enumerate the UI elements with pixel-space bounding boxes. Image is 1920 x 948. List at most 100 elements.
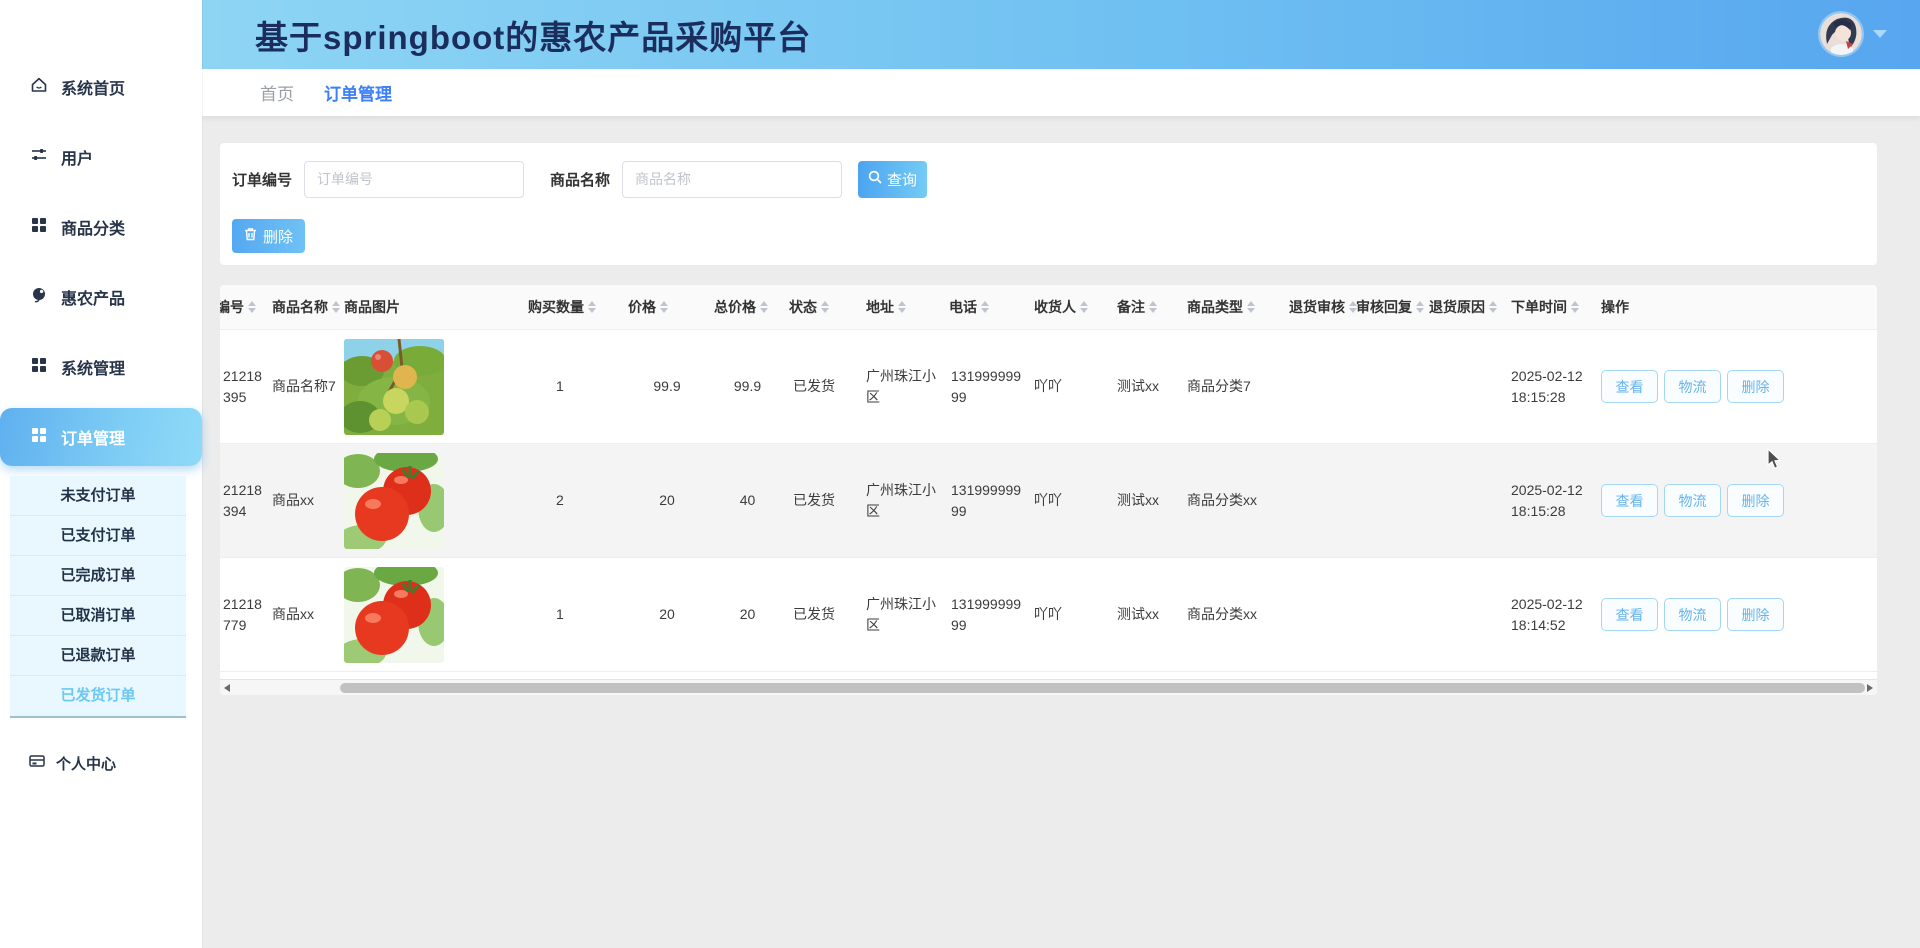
column-header-label: 总价格 — [714, 297, 756, 317]
column-header-label: 退货原因 — [1429, 297, 1485, 317]
cell-remark: 测试xx — [1113, 604, 1183, 624]
column-header-address[interactable]: 地址 — [862, 297, 945, 317]
cell-category: 商品分类xx — [1183, 604, 1285, 624]
column-header-label: 编号 — [220, 297, 244, 317]
nav-tab-order-management[interactable]: 订单管理 — [324, 80, 392, 105]
table-row: 21218394商品xx22040已发货广州珠江小区13199999999吖吖测… — [220, 444, 1877, 558]
logistics-button[interactable]: 物流 — [1664, 598, 1721, 631]
sidebar: 系统首页用户商品分类惠农产品系统管理订单管理 未支付订单已支付订单已完成订单已取… — [0, 0, 202, 948]
view-button[interactable]: 查看 — [1601, 484, 1658, 517]
sidebar-item-system-management[interactable]: 系统管理 — [0, 332, 202, 402]
column-header-label: 审核回复 — [1356, 297, 1412, 317]
view-button[interactable]: 查看 — [1601, 598, 1658, 631]
sort-caret-icon[interactable] — [1489, 297, 1497, 317]
order-number-input[interactable] — [304, 161, 524, 198]
sidebar-item-agricultural-products[interactable]: 惠农产品 — [0, 262, 202, 332]
cell-total: 99.9 — [710, 376, 785, 396]
column-header-label: 退货审核 — [1289, 297, 1345, 317]
sort-caret-icon[interactable] — [588, 297, 596, 317]
cell-phone: 13199999999 — [945, 594, 1030, 635]
table-row: 21218395商品名称7199.999.9已发货广州珠江小区131999999… — [220, 330, 1877, 444]
submenu-completed-orders[interactable]: 已完成订单 — [10, 556, 186, 596]
sort-caret-icon[interactable] — [1247, 297, 1255, 317]
sidebar-item-label: 商品分类 — [61, 215, 125, 239]
scroll-right-arrow[interactable] — [1867, 684, 1873, 692]
delete-button[interactable]: 删除 — [1727, 370, 1784, 403]
column-header-id[interactable]: 编号 — [220, 297, 268, 317]
column-header-total[interactable]: 总价格 — [710, 297, 785, 317]
horizontal-scrollbar-thumb[interactable] — [340, 683, 1865, 693]
submenu-paid-orders[interactable]: 已支付订单 — [10, 516, 186, 556]
main-content: 订单编号 商品名称 查询 删除 编号商品名称商品图片购买数量价格总价格状态地址电… — [202, 116, 1920, 948]
sort-caret-icon[interactable] — [660, 297, 668, 317]
table-row: 21218779商品xx12020已发货广州珠江小区13199999999吖吖测… — [220, 558, 1877, 672]
sidebar-item-users[interactable]: 用户 — [0, 122, 202, 192]
sort-caret-icon[interactable] — [1149, 297, 1157, 317]
sort-caret-icon[interactable] — [981, 297, 989, 317]
nav-tab-home[interactable]: 首页 — [260, 80, 294, 105]
sort-caret-icon[interactable] — [1416, 297, 1424, 317]
user-avatar[interactable] — [1820, 13, 1862, 55]
cell-address: 广州珠江小区 — [862, 594, 945, 635]
delete-button[interactable]: 删除 — [1727, 598, 1784, 631]
cell-price: 20 — [624, 490, 710, 510]
product-image-tomatoes — [344, 453, 516, 549]
column-header-label: 备注 — [1117, 297, 1145, 317]
sort-caret-icon[interactable] — [898, 297, 906, 317]
delete-button[interactable]: 删除 — [1727, 484, 1784, 517]
column-header-name[interactable]: 商品名称 — [268, 297, 340, 317]
submenu-unpaid-orders[interactable]: 未支付订单 — [10, 476, 186, 516]
sidebar-item-label: 系统首页 — [61, 75, 125, 99]
column-header-time[interactable]: 下单时间 — [1507, 297, 1597, 317]
sidebar-item-label: 订单管理 — [61, 425, 125, 449]
submenu-shipped-orders[interactable]: 已发货订单 — [10, 676, 186, 716]
column-header-label: 状态 — [789, 297, 817, 317]
query-button[interactable]: 查询 — [858, 161, 927, 198]
sort-caret-icon[interactable] — [1571, 297, 1579, 317]
sort-caret-icon[interactable] — [821, 297, 829, 317]
product-name-input[interactable] — [622, 161, 842, 198]
sort-caret-icon[interactable] — [760, 297, 768, 317]
column-header-qty[interactable]: 购买数量 — [520, 297, 624, 317]
avatar-dropdown-caret[interactable] — [1873, 30, 1887, 38]
cell-address: 广州珠江小区 — [862, 480, 945, 521]
sidebar-item-order-management[interactable]: 订单管理 — [0, 408, 202, 466]
delete-selected-button[interactable]: 删除 — [232, 219, 305, 253]
cell-id: 21218395 — [220, 366, 268, 407]
submenu-cancelled-orders[interactable]: 已取消订单 — [10, 596, 186, 636]
sort-caret-icon[interactable] — [332, 297, 340, 317]
logistics-button[interactable]: 物流 — [1664, 484, 1721, 517]
view-button[interactable]: 查看 — [1601, 370, 1658, 403]
sidebar-item-home[interactable]: 系统首页 — [0, 52, 202, 122]
sidebar-item-product-category[interactable]: 商品分类 — [0, 192, 202, 262]
avatar-image — [1820, 13, 1862, 55]
column-header-price[interactable]: 价格 — [624, 297, 710, 317]
column-header-return_audit[interactable]: 退货审核 — [1285, 297, 1352, 317]
search-row: 订单编号 商品名称 查询 — [232, 160, 927, 198]
column-header-category[interactable]: 商品类型 — [1183, 297, 1285, 317]
cell-status: 已发货 — [785, 490, 862, 510]
horizontal-scrollbar-track[interactable] — [220, 679, 1877, 695]
cell-time: 2025-02-12 18:14:52 — [1507, 594, 1597, 635]
sidebar-item-profile[interactable]: 个人中心 — [0, 752, 202, 774]
cell-status: 已发货 — [785, 604, 862, 624]
product-icon — [30, 286, 48, 309]
scroll-left-arrow[interactable] — [224, 684, 230, 692]
cell-image — [340, 567, 520, 663]
column-header-return_reason[interactable]: 退货原因 — [1425, 297, 1507, 317]
logistics-button[interactable]: 物流 — [1664, 370, 1721, 403]
cell-remark: 测试xx — [1113, 376, 1183, 396]
column-header-receiver[interactable]: 收货人 — [1030, 297, 1113, 317]
sidebar-item-label: 个人中心 — [56, 753, 116, 774]
cell-time: 2025-02-12 18:15:28 — [1507, 366, 1597, 407]
sort-caret-icon[interactable] — [1080, 297, 1088, 317]
column-header-remark[interactable]: 备注 — [1113, 297, 1183, 317]
table-header-row: 编号商品名称商品图片购买数量价格总价格状态地址电话收货人备注商品类型退货审核审核… — [220, 285, 1877, 330]
cell-actions: 查看物流删除 — [1597, 484, 1877, 517]
submenu-refunded-orders[interactable]: 已退款订单 — [10, 636, 186, 676]
sort-caret-icon[interactable] — [248, 297, 256, 317]
grid-icon — [30, 426, 48, 449]
column-header-phone[interactable]: 电话 — [945, 297, 1030, 317]
column-header-status[interactable]: 状态 — [785, 297, 862, 317]
column-header-audit_reply[interactable]: 审核回复 — [1352, 297, 1425, 317]
